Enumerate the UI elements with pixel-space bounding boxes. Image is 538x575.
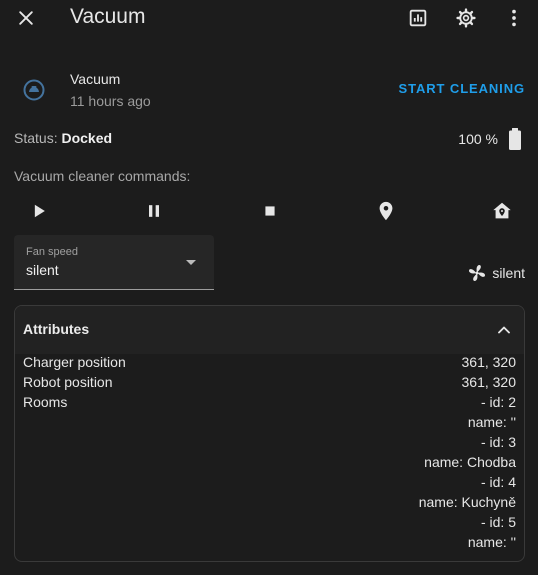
status-text: Status: Docked — [14, 130, 112, 146]
rooms-value-line: name: '' — [467, 414, 516, 430]
dialog-title: Vacuum — [70, 5, 146, 28]
attributes-header[interactable]: Attributes — [15, 306, 524, 354]
dropdown-arrow-icon — [186, 260, 196, 265]
map-marker-icon — [379, 201, 393, 221]
close-button[interactable] — [12, 4, 40, 32]
rooms-value-line: name: Chodba — [424, 454, 516, 470]
battery-level: 100 % — [458, 131, 498, 147]
chevron-up-icon[interactable] — [494, 320, 514, 340]
robot-vacuum-icon — [22, 78, 46, 102]
fan-speed-current: silent — [492, 265, 525, 281]
start-cleaning-button[interactable]: START CLEANING — [399, 81, 525, 96]
last-changed: 11 hours ago — [70, 93, 151, 109]
play-icon — [34, 204, 45, 218]
home-map-marker-icon — [493, 202, 511, 219]
more-options-button[interactable] — [500, 4, 528, 32]
attribute-row: Rooms - id: 2 — [23, 394, 516, 414]
fan-speed-value: silent — [26, 262, 59, 278]
gear-icon — [456, 8, 476, 28]
stop-command-button[interactable] — [257, 198, 283, 224]
battery-icon — [508, 127, 522, 151]
pause-icon — [149, 205, 159, 217]
start-command-button[interactable] — [26, 198, 52, 224]
entity-name: Vacuum — [70, 71, 121, 87]
stop-icon — [265, 206, 275, 216]
fan-speed-select[interactable]: Fan speed silent — [14, 235, 214, 290]
attribute-row: Robot position 361, 320 — [23, 374, 516, 394]
attribute-key: Charger position — [23, 354, 126, 370]
status-value: Docked — [61, 130, 113, 146]
commands-label: Vacuum cleaner commands: — [14, 168, 191, 184]
rooms-value-line: - id: 5 — [480, 514, 516, 530]
fan-speed-label: Fan speed — [26, 246, 78, 258]
rooms-value-line: - id: 3 — [480, 434, 516, 450]
status-label: Status: — [14, 130, 62, 146]
settings-button[interactable] — [452, 4, 480, 32]
history-button[interactable] — [404, 4, 432, 32]
locate-command-button[interactable] — [373, 198, 399, 224]
attribute-value: - id: 2 — [480, 394, 516, 410]
attribute-key: Rooms — [23, 394, 68, 410]
attributes-panel: Attributes Charger position 361, 320 Rob… — [14, 305, 525, 562]
attribute-row: Charger position 361, 320 — [23, 354, 516, 374]
pause-command-button[interactable] — [141, 198, 167, 224]
rooms-value-line: name: '' — [467, 534, 516, 550]
attribute-value: 361, 320 — [461, 354, 517, 370]
attribute-value: 361, 320 — [461, 374, 517, 390]
close-icon — [19, 11, 33, 25]
attributes-title: Attributes — [23, 321, 90, 337]
more-vertical-icon — [512, 9, 516, 27]
fan-icon — [469, 265, 486, 281]
attribute-key: Robot position — [23, 374, 113, 390]
fan-speed-state: silent — [466, 262, 525, 284]
rooms-value-line: - id: 4 — [480, 474, 516, 490]
rooms-value-line: name: Kuchyně — [418, 494, 516, 510]
return-home-command-button[interactable] — [489, 198, 515, 224]
chart-box-icon — [409, 9, 427, 27]
